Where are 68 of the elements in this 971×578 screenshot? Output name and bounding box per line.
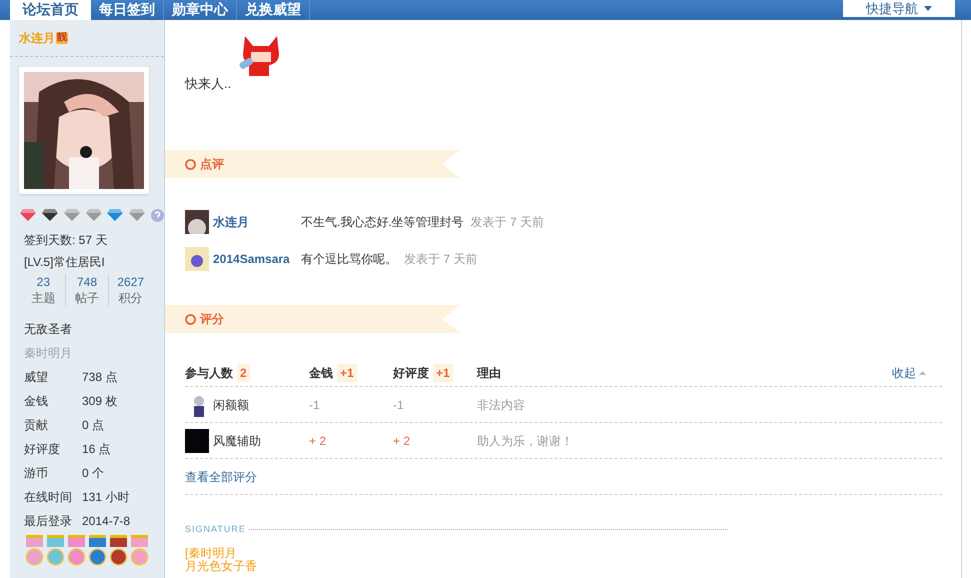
signature-label: SIGNATURE (185, 523, 246, 536)
column-header: 参与人数 (185, 364, 233, 382)
medal-icon[interactable] (87, 535, 108, 567)
count-badge: 2 (237, 364, 250, 382)
circle-icon (185, 314, 196, 324)
column-header: 好评度 (393, 364, 429, 382)
stat-value: 309 枚 (82, 393, 118, 410)
signature-text: [秦时明月 (185, 546, 238, 560)
comment-text: 不生气.我心态好.坐等管理封号 (301, 214, 464, 231)
medal-icon[interactable] (108, 535, 129, 567)
count-label: 帖子 (75, 290, 99, 307)
comment-time: 发表于 7 天前 (404, 251, 478, 268)
comment-user[interactable]: 2014Samsara (209, 250, 301, 268)
user-title: 无敌圣者 (24, 321, 73, 338)
count-value[interactable]: 2627 (117, 274, 144, 290)
comment-time: 发表于 7 天前 (470, 214, 544, 231)
stat-label: 好评度 (24, 441, 61, 458)
rating-value: + 2 (309, 434, 326, 448)
quick-nav-button[interactable]: 快捷导航 (843, 0, 955, 17)
column-header: 理由 (477, 364, 501, 382)
signature-text: 月光色女子香 (185, 560, 258, 572)
count-label: 积分 (118, 290, 143, 307)
user-level: [LV.5]常住居民I (24, 254, 105, 271)
count-value[interactable]: 748 (76, 274, 98, 290)
view-all-link[interactable]: 查看全部评分 (185, 468, 257, 486)
nav-tab[interactable]: 论坛首页 (10, 0, 91, 20)
nav-tab[interactable]: 兑换威望 (237, 0, 310, 20)
stat-label: 游币 (24, 465, 49, 482)
stat-label: 金钱 (24, 393, 49, 410)
stat-value: 0 点 (82, 417, 104, 434)
rating-reason: 非法内容 (477, 398, 525, 412)
count-label: 主题 (31, 290, 56, 307)
comment-user[interactable]: 水连月 (209, 213, 301, 231)
rating-value: + 2 (393, 434, 410, 448)
gem-icon[interactable] (42, 209, 58, 221)
stat-value: 2014-7-8 (82, 513, 130, 530)
rater-name[interactable]: 风魔辅助 (213, 432, 261, 450)
stat-label: 最后登录 (24, 513, 73, 530)
vip-badge: 靓 (56, 32, 68, 44)
avatar[interactable] (185, 428, 209, 452)
count-badge: +1 (433, 364, 453, 382)
stat-value: 131 小时 (82, 489, 130, 506)
caret-icon (919, 370, 926, 374)
column-header: 金钱 (309, 364, 333, 382)
stat-value: 0 个 (82, 465, 104, 482)
count-value[interactable]: 23 (36, 274, 50, 290)
rating-value: -1 (309, 398, 320, 412)
section-title: 评分 (200, 311, 224, 328)
help-icon[interactable] (151, 208, 164, 222)
nav-tab[interactable]: 勋章中心 (164, 0, 237, 20)
stat-value: 16 点 (82, 441, 111, 458)
post-text: 快来人.. (185, 75, 232, 93)
stat-value: 738 点 (82, 369, 118, 386)
checkin-days: 签到天数: 57 天 (24, 232, 108, 248)
circle-icon (185, 158, 196, 170)
comment-text: 有个逗比骂你呢。 (301, 251, 397, 268)
caret-icon (924, 6, 932, 11)
section-title: 点评 (200, 156, 224, 173)
stat-label: 威望 (24, 369, 49, 386)
count-badge: +1 (337, 364, 357, 382)
stat-label: 贡献 (24, 417, 49, 434)
rating-reason: 助人为乐，谢谢！ (477, 434, 573, 448)
rater-name[interactable]: 闲额额 (213, 396, 249, 414)
user-title: 秦时明月 (24, 345, 73, 362)
avatar[interactable] (185, 210, 209, 234)
rating-value: -1 (393, 398, 404, 412)
stat-label: 在线时间 (24, 489, 73, 506)
collapse-link[interactable]: 收起 (892, 364, 942, 382)
